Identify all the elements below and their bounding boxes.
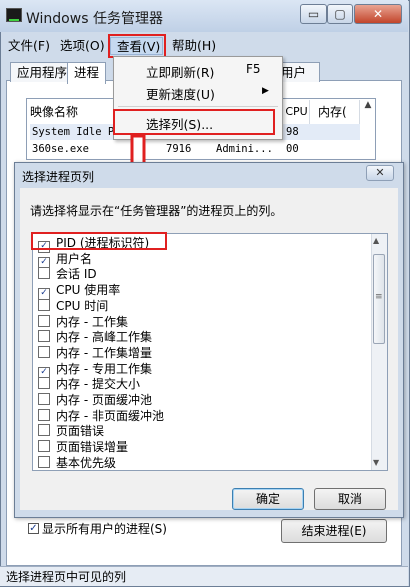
column-header-cpu[interactable]: CPU bbox=[284, 100, 310, 124]
checkbox-unchecked[interactable] bbox=[38, 377, 50, 390]
menu-help[interactable]: 帮助(H) bbox=[172, 37, 216, 55]
checkbox-unchecked[interactable] bbox=[38, 314, 50, 327]
menu-item-refresh-now[interactable]: 立即刷新(R) bbox=[146, 62, 214, 81]
checkbox-unchecked[interactable] bbox=[38, 455, 50, 468]
checkbox-unchecked[interactable] bbox=[38, 345, 50, 358]
checkbox-unchecked[interactable] bbox=[38, 424, 50, 437]
column-option-label: 内存 - 页面缓冲池 bbox=[56, 393, 152, 407]
dialog-instruction: 请选择将显示在“任务管理器”的进程页上的列。 bbox=[30, 204, 283, 218]
column-option-label: 内存 - 非页面缓冲池 bbox=[56, 408, 164, 423]
column-option[interactable]: ✓ 内存 - 专用工作集 bbox=[38, 361, 152, 379]
menu-item-update-speed[interactable]: 更新速度(U) bbox=[146, 84, 215, 103]
checkbox-unchecked[interactable] bbox=[38, 330, 50, 343]
column-option[interactable]: 会话 ID bbox=[38, 267, 97, 283]
pid-option-highlight bbox=[31, 232, 167, 250]
column-option-label: 内存 - 提交大小 bbox=[56, 377, 140, 392]
submenu-arrow-icon: ▶ bbox=[262, 86, 269, 96]
dialog-title: 选择进程页列 bbox=[22, 170, 95, 184]
tab-processes[interactable]: 进程 bbox=[67, 62, 107, 84]
column-option[interactable]: 内存 - 工作集增量 bbox=[38, 345, 152, 362]
column-option[interactable]: ✓ 用户名 bbox=[38, 251, 93, 269]
process-name: 360se.exe bbox=[32, 143, 89, 155]
column-option-label: 内存 - 工作集 bbox=[56, 314, 128, 329]
minimize-button[interactable]: ▭ bbox=[300, 4, 327, 24]
ok-button[interactable]: 确定 bbox=[232, 488, 304, 510]
end-process-button[interactable]: 结束进程(E) bbox=[281, 519, 387, 543]
shortcut-f5: F5 bbox=[246, 62, 261, 76]
column-option[interactable]: 内存 - 工作集 bbox=[38, 314, 128, 331]
column-option[interactable]: 内存 - 提交大小 bbox=[38, 377, 140, 393]
checkbox-unchecked[interactable] bbox=[38, 408, 50, 421]
scrollbar-grip-icon: ≡ bbox=[375, 292, 383, 302]
column-option[interactable]: 内存 - 高峰工作集 bbox=[38, 330, 152, 346]
column-header-memory[interactable]: 内存( bbox=[312, 100, 360, 124]
select-columns-highlight bbox=[113, 109, 275, 135]
view-menu-highlight bbox=[108, 34, 166, 58]
column-option[interactable]: ✓ CPU 使用率 bbox=[38, 283, 121, 301]
column-option-label: 会话 ID bbox=[56, 267, 97, 282]
process-name: System Idle P bbox=[32, 126, 115, 138]
column-option-label: 基本优先级 bbox=[56, 455, 117, 470]
cancel-button[interactable]: 取消 bbox=[314, 488, 386, 510]
column-option[interactable]: 内存 - 非页面缓冲池 bbox=[38, 408, 164, 425]
column-option-label: CPU 时间 bbox=[56, 298, 109, 313]
column-option[interactable]: 内存 - 页面缓冲池 bbox=[38, 393, 152, 409]
process-cpu: 98 bbox=[286, 126, 299, 138]
scroll-up-arrow-icon[interactable]: ▲ bbox=[362, 100, 374, 118]
column-option[interactable]: 页面错误 bbox=[38, 424, 104, 440]
column-option-label: 内存 - 高峰工作集 bbox=[56, 330, 152, 345]
tab-applications[interactable]: 应用程序 bbox=[10, 62, 75, 82]
process-user: Admini... bbox=[216, 143, 273, 155]
checkbox-unchecked[interactable] bbox=[38, 393, 50, 405]
window-title: Windows 任务管理器 bbox=[26, 11, 163, 27]
process-cpu: 00 bbox=[286, 143, 299, 155]
show-all-processes-checkbox[interactable]: ✓ bbox=[28, 523, 39, 534]
column-option-label: CPU 使用率 bbox=[56, 283, 121, 298]
scroll-down-arrow-icon[interactable]: ▼ bbox=[373, 458, 379, 467]
menu-file[interactable]: 文件(F) bbox=[8, 37, 50, 55]
column-option[interactable]: 页面错误增量 bbox=[38, 440, 128, 456]
column-option-label: 内存 - 工作集增量 bbox=[56, 345, 152, 360]
column-option-label: 页面错误 bbox=[56, 424, 105, 439]
process-pid: 7916 bbox=[166, 143, 192, 155]
maximize-button[interactable]: ▢ bbox=[327, 4, 353, 24]
checkbox-unchecked[interactable] bbox=[38, 440, 50, 453]
scroll-up-arrow-icon[interactable]: ▲ bbox=[373, 236, 379, 245]
menu-options[interactable]: 选项(O) bbox=[60, 37, 105, 55]
menu-separator bbox=[118, 106, 278, 107]
column-option[interactable]: CPU 时间 bbox=[38, 298, 109, 315]
show-all-processes-label[interactable]: 显示所有用户的进程(S) bbox=[42, 520, 167, 537]
dialog-close-button[interactable]: ✕ bbox=[366, 165, 394, 181]
checkbox-unchecked[interactable] bbox=[38, 267, 50, 280]
column-option[interactable]: 基本优先级 bbox=[38, 455, 117, 472]
table-row[interactable]: 360se.exe 7916 Admini... 00 bbox=[30, 141, 360, 157]
column-option-label: 内存 - 专用工作集 bbox=[56, 361, 152, 376]
task-manager-icon bbox=[6, 8, 22, 22]
close-button[interactable]: ✕ bbox=[354, 4, 402, 24]
column-option-label: 页面错误增量 bbox=[56, 440, 129, 455]
checkbox-unchecked[interactable] bbox=[38, 298, 50, 311]
column-option-label: 用户名 bbox=[56, 251, 93, 266]
status-text: 选择进程页中可见的列 bbox=[6, 570, 127, 584]
